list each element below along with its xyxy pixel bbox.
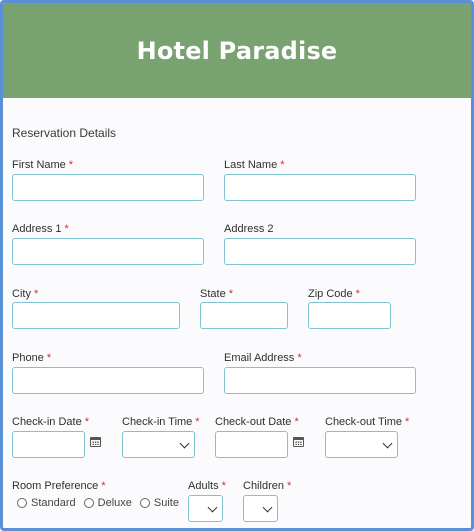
zip-label-text: Zip Code — [308, 288, 353, 300]
last-name-label: Last Name * — [224, 159, 284, 171]
email-input[interactable] — [224, 367, 416, 394]
phone-input[interactable] — [12, 367, 204, 394]
chevron-down-icon — [207, 502, 218, 513]
calendar-icon[interactable] — [293, 437, 304, 447]
children-select[interactable] — [243, 495, 278, 522]
first-name-label: First Name * — [12, 159, 73, 171]
address1-label-text: Address 1 — [12, 223, 62, 235]
required-mark: * — [221, 480, 226, 492]
room-option-standard[interactable]: Standard — [17, 497, 76, 509]
room-option-label: Deluxe — [97, 497, 132, 509]
required-mark: * — [195, 416, 200, 428]
checkin-date-input[interactable] — [12, 431, 85, 458]
required-mark: * — [101, 480, 106, 492]
required-mark: * — [355, 288, 360, 300]
required-mark: * — [84, 416, 89, 428]
children-label: Children * — [243, 480, 291, 492]
required-mark: * — [68, 159, 74, 171]
adults-select[interactable] — [188, 495, 223, 522]
form-frame: Hotel Paradise Reservation Details First… — [0, 0, 474, 531]
state-input[interactable] — [200, 302, 288, 329]
required-mark: * — [297, 352, 302, 364]
email-label-text: Email Address — [224, 352, 295, 364]
room-option-deluxe[interactable]: Deluxe — [83, 497, 132, 509]
radio-deluxe[interactable] — [83, 498, 94, 508]
radio-suite[interactable] — [139, 498, 150, 508]
adults-label: Adults * — [188, 480, 226, 492]
required-mark: * — [405, 416, 410, 428]
room-pref-label-text: Room Preference — [12, 480, 99, 492]
checkin-time-label: Check-in Time * — [122, 416, 200, 428]
required-mark: * — [46, 352, 52, 364]
state-label: State * — [200, 288, 233, 300]
last-name-input[interactable] — [224, 174, 416, 201]
required-mark: * — [294, 416, 299, 428]
required-mark: * — [228, 288, 233, 300]
room-option-suite[interactable]: Suite — [139, 497, 179, 509]
chevron-down-icon — [382, 438, 393, 449]
checkin-date-label: Check-in Date * — [12, 416, 89, 428]
room-pref-options: Standard Deluxe Suite — [17, 497, 187, 509]
checkout-time-label: Check-out Time * — [325, 416, 409, 428]
checkout-date-input[interactable] — [215, 431, 288, 458]
room-pref-label: Room Preference * — [12, 480, 106, 492]
adults-label-text: Adults — [188, 480, 219, 492]
phone-label: Phone * — [12, 352, 51, 364]
room-option-label: Suite — [153, 497, 179, 509]
checkin-date-label-text: Check-in Date — [12, 416, 82, 428]
form-header: Hotel Paradise — [3, 3, 471, 98]
address1-label: Address 1 * — [12, 223, 69, 235]
page-title: Hotel Paradise — [136, 36, 338, 65]
address2-label-text: Address 2 — [224, 223, 274, 235]
required-mark: * — [280, 159, 285, 171]
address2-label: Address 2 — [224, 223, 274, 235]
children-label-text: Children — [243, 480, 284, 492]
city-label-text: City — [12, 288, 31, 300]
radio-standard[interactable] — [17, 498, 27, 508]
zip-input[interactable] — [308, 302, 391, 329]
email-label: Email Address * — [224, 352, 302, 364]
state-label-text: State — [200, 288, 226, 300]
last-name-label-text: Last Name — [224, 159, 278, 171]
first-name-input[interactable] — [12, 174, 204, 201]
checkout-time-label-text: Check-out Time — [325, 416, 403, 428]
room-option-label: Standard — [31, 497, 76, 509]
checkout-time-select[interactable] — [325, 431, 398, 458]
section-title: Reservation Details — [12, 126, 117, 140]
city-label: City * — [12, 288, 38, 300]
city-input[interactable] — [12, 302, 180, 329]
calendar-icon[interactable] — [90, 437, 101, 447]
checkout-date-label-text: Check-out Date — [215, 416, 292, 428]
first-name-label-text: First Name — [12, 159, 66, 171]
checkout-date-label: Check-out Date * — [215, 416, 299, 428]
required-mark: * — [64, 223, 69, 235]
chevron-down-icon — [262, 502, 273, 513]
zip-label: Zip Code * — [308, 288, 360, 300]
required-mark: * — [33, 288, 39, 300]
address1-input[interactable] — [12, 238, 204, 265]
checkin-time-select[interactable] — [122, 431, 195, 458]
address2-input[interactable] — [224, 238, 416, 265]
chevron-down-icon — [179, 438, 190, 449]
required-mark: * — [286, 480, 292, 492]
phone-label-text: Phone — [12, 352, 44, 364]
checkin-time-label-text: Check-in Time — [122, 416, 193, 428]
